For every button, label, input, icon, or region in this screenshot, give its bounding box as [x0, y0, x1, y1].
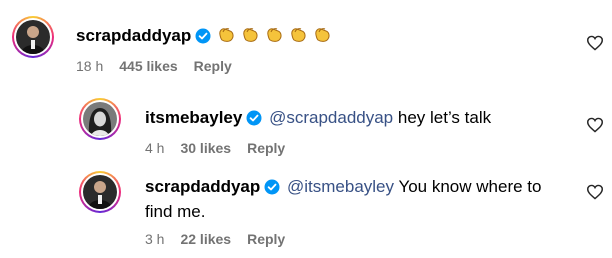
- profile-photo: [16, 20, 50, 54]
- clapping-hands-icon: [315, 28, 330, 42]
- mention-link[interactable]: @itsmebayley: [287, 177, 394, 196]
- comment-timestamp: 4 h: [145, 140, 165, 156]
- reply-button[interactable]: Reply: [194, 58, 232, 74]
- likes-count[interactable]: 30 likes: [180, 140, 231, 156]
- like-heart-icon[interactable]: [586, 184, 604, 200]
- clapping-hands-icon: [291, 28, 306, 42]
- clapping-hands-icon: [267, 28, 282, 42]
- verified-badge-icon: [246, 110, 262, 126]
- mention-link[interactable]: @scrapdaddyap: [269, 108, 393, 127]
- comment-username[interactable]: itsmebayley: [145, 108, 242, 127]
- comment-timestamp: 3 h: [145, 231, 165, 247]
- likes-count[interactable]: 22 likes: [180, 231, 231, 247]
- verified-badge-icon: [264, 179, 280, 195]
- like-heart-icon[interactable]: [586, 35, 604, 51]
- comment-timestamp: 18 h: [76, 58, 104, 74]
- profile-photo: [83, 175, 117, 209]
- comment-username[interactable]: scrapdaddyap: [76, 26, 191, 45]
- comment-text-line-2: find me.: [145, 202, 206, 221]
- verified-badge-icon: [195, 28, 211, 44]
- clap-emoji-group: [213, 26, 333, 45]
- comment-text: hey let’s talk: [397, 108, 492, 127]
- profile-photo: [83, 102, 117, 136]
- comment-text-line-1: You know where to: [398, 177, 542, 196]
- avatar[interactable]: [79, 171, 121, 213]
- like-heart-icon[interactable]: [586, 117, 604, 133]
- reply-button[interactable]: Reply: [247, 140, 285, 156]
- clapping-hands-icon: [219, 28, 234, 42]
- clapping-hands-icon: [243, 28, 258, 42]
- likes-count[interactable]: 445 likes: [119, 58, 177, 74]
- comment-meta: 18 h 445 likes Reply: [76, 58, 248, 74]
- comment-meta: 3 h 22 likes Reply: [145, 231, 301, 247]
- comment-meta: 4 h 30 likes Reply: [145, 140, 301, 156]
- avatar[interactable]: [79, 98, 121, 140]
- avatar[interactable]: [12, 16, 54, 58]
- reply-button[interactable]: Reply: [247, 231, 285, 247]
- comment-username[interactable]: scrapdaddyap: [145, 177, 260, 196]
